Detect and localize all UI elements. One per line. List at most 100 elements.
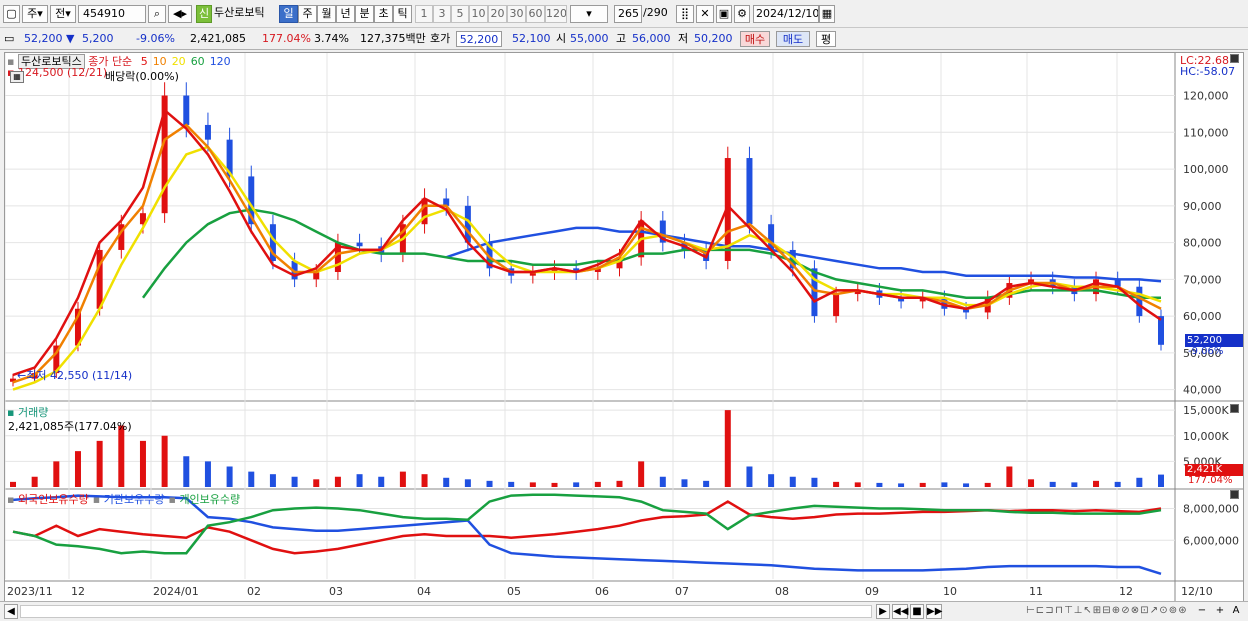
window-menu-icon[interactable]: ▢ <box>3 5 20 23</box>
volume-note: 2,421,085주(177.04%) <box>8 420 132 433</box>
price-tick-label: 70,000 <box>1183 273 1222 286</box>
save-icon[interactable]: ▣ <box>716 5 732 23</box>
eval-button[interactable]: 평 <box>816 31 836 47</box>
drawing-tool-icon-14[interactable]: ⊙ <box>1159 604 1168 619</box>
volume-bar <box>486 480 493 487</box>
interval-tab-5[interactable]: 5 <box>451 5 469 23</box>
count-total: /290 <box>643 6 668 19</box>
panel-close-icon[interactable] <box>1230 54 1239 63</box>
volume-bar <box>464 479 471 487</box>
stop-icon[interactable]: ■ <box>910 604 924 619</box>
x-tick-label: 12 <box>71 585 85 598</box>
calculator-icon[interactable]: ▦ <box>10 71 24 83</box>
market-select[interactable]: 주▾ <box>22 5 48 23</box>
drawing-tool-icon-8[interactable]: ⊟ <box>1102 604 1111 619</box>
interval-tab-3[interactable]: 3 <box>433 5 451 23</box>
period-tab-0[interactable]: 일 <box>279 5 298 23</box>
drawing-tool-icon-9[interactable]: ⊕ <box>1112 604 1121 619</box>
volume-bar <box>1028 479 1035 487</box>
volume-bar <box>529 482 536 487</box>
current-price: 52,200 <box>24 32 63 45</box>
period-tab-6[interactable]: 틱 <box>393 5 412 23</box>
zoom-out-icon[interactable]: − <box>1196 604 1208 619</box>
drawing-tool-icon-16[interactable]: ⊛ <box>1178 604 1187 619</box>
drawing-tool-icon-10[interactable]: ⊘ <box>1121 604 1130 619</box>
x-tick-label: 08 <box>775 585 789 598</box>
drawing-tool-icon-0[interactable]: ⊢ <box>1026 604 1035 619</box>
period-tab-1[interactable]: 주 <box>298 5 317 23</box>
low-note: 최저 42,550 (11/14) <box>26 369 133 382</box>
interval-tab-10[interactable]: 10 <box>469 5 488 23</box>
settings-gear-icon[interactable]: ⚙ <box>734 5 750 23</box>
price-tick-label: 40,000 <box>1183 384 1222 397</box>
volume-bar <box>551 482 558 487</box>
x-tick-label: 2024/01 <box>153 585 199 598</box>
price-tick-label: 60,000 <box>1183 310 1222 323</box>
open-price: 55,000 <box>570 32 609 45</box>
volume-bar <box>919 482 926 487</box>
holders-panel-close-icon[interactable] <box>1230 490 1239 499</box>
new-badge: 신 <box>196 5 212 23</box>
volume-bar <box>659 476 666 487</box>
market-label: 주 <box>27 7 38 20</box>
interval-tab-60[interactable]: 60 <box>526 5 545 23</box>
ma-legend-item-10: 10 <box>152 55 167 68</box>
interval-tab-30[interactable]: 30 <box>507 5 526 23</box>
font-size-icon[interactable]: A <box>1230 604 1242 619</box>
crosshair-icon[interactable]: ✕ <box>696 5 714 23</box>
x-tick-label: 10 <box>943 585 957 598</box>
volume-bar <box>248 471 255 487</box>
volume-bar <box>854 482 861 487</box>
fast-forward-icon[interactable]: ▶▶ <box>926 604 942 619</box>
drawing-tool-icon-15[interactable]: ⊚ <box>1169 604 1178 619</box>
chart-panel[interactable]: 40,000 50,000 60,000 70,000 80,000 90,000 100,… <box>4 52 1244 602</box>
rewind-icon[interactable]: ◀◀ <box>892 604 908 619</box>
holders-legend-item-2: 개인보유수량 <box>179 493 241 506</box>
interval-tab-1[interactable]: 1 <box>415 5 433 23</box>
scroll-track[interactable] <box>20 605 872 618</box>
interval-tab-20[interactable]: 20 <box>488 5 507 23</box>
period-tab-4[interactable]: 분 <box>355 5 374 23</box>
period-tab-2[interactable]: 월 <box>317 5 336 23</box>
drawing-tool-icon-7[interactable]: ⊞ <box>1093 604 1102 619</box>
code-input[interactable]: 454910 <box>78 5 146 23</box>
search-icon[interactable]: ⌕ <box>148 5 166 23</box>
drawing-tool-icon-2[interactable]: ⊐ <box>1045 604 1054 619</box>
drawing-tool-icon-12[interactable]: ⊡ <box>1140 604 1149 619</box>
calendar-icon[interactable]: ▦ <box>819 5 835 23</box>
top-toolbar: ▢ 주▾ 전▾ 454910 ⌕ ◀▸ 신 두산로보틱 일주월년분초틱 1351… <box>0 0 1248 28</box>
drawing-tool-icon-5[interactable]: ⊥ <box>1074 604 1083 619</box>
date-input[interactable]: 2024/12/10 <box>753 5 819 23</box>
drawing-tool-icon-1[interactable]: ⊏ <box>1036 604 1045 619</box>
volume-bar <box>31 476 38 487</box>
drawing-tool-icon-11[interactable]: ⊗ <box>1131 604 1140 619</box>
quote-bar: ▭ 52,200 ▼ 5,200 -9.06% 2,421,085 177.04… <box>0 28 1248 50</box>
volume-bar <box>378 476 385 487</box>
volume-bar <box>226 466 233 487</box>
drawing-tool-icon-4[interactable]: ⊤ <box>1064 604 1073 619</box>
sell-button[interactable]: 매도 <box>776 31 810 47</box>
type-select[interactable]: 전▾ <box>50 5 76 23</box>
type-label: 전 <box>55 7 66 20</box>
volume-bar <box>313 479 320 487</box>
drawing-tool-icon-3[interactable]: ⊓ <box>1055 604 1064 619</box>
drawing-tool-icon-6[interactable]: ↖ <box>1083 604 1092 619</box>
volume-bar <box>789 476 796 487</box>
zoom-in-icon[interactable]: + <box>1214 604 1226 619</box>
scroll-next-icon[interactable]: ▶ <box>876 604 890 619</box>
interval-dropdown[interactable]: ▾ <box>570 5 608 23</box>
volume-panel-close-icon[interactable] <box>1230 404 1239 413</box>
volume-bar <box>96 440 103 487</box>
speaker-icon[interactable]: ◀▸ <box>168 5 192 23</box>
interval-tab-120[interactable]: 120 <box>545 5 567 23</box>
grid-icon[interactable]: ⣿ <box>676 5 694 23</box>
buy-button[interactable]: 매수 <box>740 31 770 47</box>
period-tab-5[interactable]: 초 <box>374 5 393 23</box>
period-tab-3[interactable]: 년 <box>336 5 355 23</box>
stock-chart-svg[interactable]: 40,00050,00060,00070,00080,00090,000100,… <box>5 53 1243 601</box>
scroll-left-icon[interactable]: ◀ <box>4 604 18 619</box>
count-input[interactable]: 265 <box>614 5 642 23</box>
x-tick-label: 05 <box>507 585 521 598</box>
volume-tick-label: 15,000K <box>1183 404 1229 417</box>
drawing-tool-icon-13[interactable]: ↗ <box>1150 604 1159 619</box>
